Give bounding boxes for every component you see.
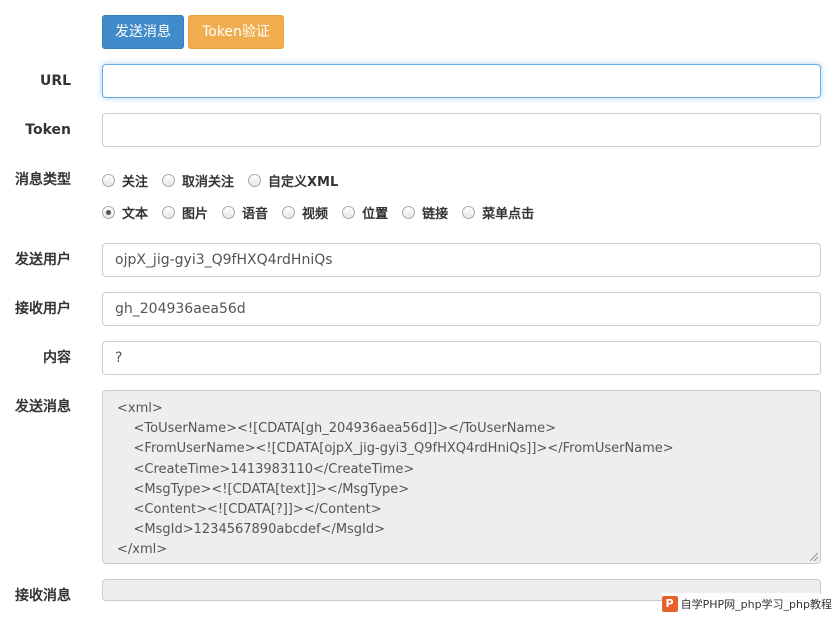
content-label: 内容: [43, 350, 71, 366]
radio-text-label: 文本: [122, 206, 149, 222]
radio-menu-click-label: 菜单点击: [482, 206, 535, 222]
radio-text-circle[interactable]: [102, 205, 115, 219]
from-user-input[interactable]: ojpX_jig-gyi3_Q9fHXQ4rdHniQs: [102, 243, 821, 277]
radio-unfollow-label: 取消关注: [182, 174, 235, 190]
radio-unfollow[interactable]: 取消关注: [162, 171, 234, 190]
radio-follow-circle[interactable]: [102, 173, 115, 187]
radio-voice-label: 语音: [242, 206, 269, 222]
radio-image-label: 图片: [182, 206, 209, 222]
token-input[interactable]: [102, 113, 821, 147]
to-user-label: 接收用户: [15, 301, 71, 317]
radio-video[interactable]: 视频: [282, 203, 328, 222]
radio-menu-click[interactable]: 菜单点击: [462, 203, 534, 222]
resize-grip-icon[interactable]: [810, 553, 818, 561]
watermark: P 自学PHP网_php学习_php教程: [661, 593, 832, 615]
radio-text[interactable]: 文本: [102, 203, 148, 222]
xml-line: <MsgType><![CDATA[text]]></MsgType>: [117, 481, 410, 497]
send-msg-textarea[interactable]: <xml> <ToUserName><![CDATA[gh_204936aea5…: [102, 390, 821, 564]
xml-line: <MsgId>1234567890abcdef</MsgId>: [117, 522, 386, 538]
msg-type-label: 消息类型: [15, 172, 71, 188]
radio-image[interactable]: 图片: [162, 203, 208, 222]
radio-custom-xml[interactable]: 自定义XML: [248, 171, 338, 190]
xml-line: <ToUserName><![CDATA[gh_204936aea56d]]><…: [117, 421, 557, 437]
msg-type-row-2: 文本 图片 语音 视频 位置 链接 菜单点击: [102, 202, 548, 222]
radio-image-circle[interactable]: [162, 205, 176, 219]
send-message-button[interactable]: 发送消息: [102, 15, 184, 49]
radio-voice-circle[interactable]: [222, 205, 236, 219]
radio-follow[interactable]: 关注: [102, 171, 148, 190]
radio-location[interactable]: 位置: [342, 203, 388, 222]
radio-follow-label: 关注: [122, 174, 149, 190]
from-user-label: 发送用户: [15, 252, 71, 268]
radio-video-label: 视频: [302, 206, 329, 222]
radio-voice[interactable]: 语音: [222, 203, 268, 222]
watermark-logo-icon: P: [661, 596, 678, 612]
send-msg-label: 发送消息: [15, 399, 71, 415]
xml-line: </xml>: [117, 542, 168, 558]
msg-type-row-1: 关注 取消关注 自定义XML: [102, 170, 352, 190]
xml-line: <xml>: [117, 401, 163, 416]
radio-custom-xml-circle[interactable]: [248, 173, 262, 187]
radio-location-label: 位置: [362, 206, 389, 222]
radio-menu-click-circle[interactable]: [462, 205, 476, 219]
token-label: Token: [25, 122, 71, 138]
to-user-input[interactable]: gh_204936aea56d: [102, 292, 821, 326]
radio-custom-xml-label: 自定义XML: [268, 174, 339, 190]
radio-unfollow-circle[interactable]: [162, 173, 176, 187]
radio-link[interactable]: 链接: [402, 203, 448, 222]
token-verify-button[interactable]: Token验证: [188, 15, 284, 49]
watermark-text: 自学PHP网_php学习_php教程: [680, 598, 832, 611]
radio-link-circle[interactable]: [402, 205, 416, 219]
xml-line: <Content><![CDATA[?]]></Content>: [117, 502, 382, 518]
radio-link-label: 链接: [422, 206, 449, 222]
url-input[interactable]: [102, 64, 821, 98]
radio-video-circle[interactable]: [282, 205, 296, 219]
recv-msg-label: 接收消息: [15, 588, 71, 604]
content-input[interactable]: ?: [102, 341, 821, 375]
radio-location-circle[interactable]: [342, 205, 356, 219]
xml-line: <FromUserName><![CDATA[ojpX_jig-gyi3_Q9f…: [117, 441, 674, 457]
xml-line: <CreateTime>1413983110</CreateTime>: [117, 461, 415, 477]
url-label: URL: [40, 73, 72, 89]
